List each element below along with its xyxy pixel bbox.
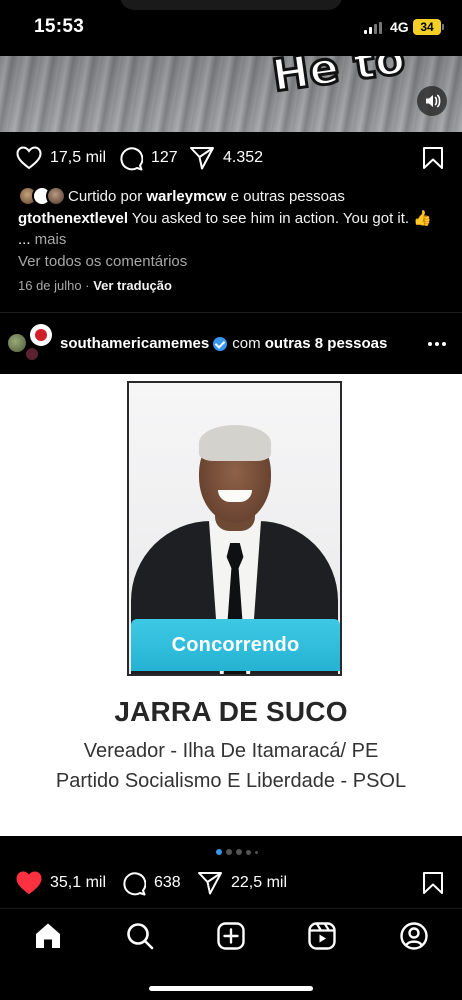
create-icon[interactable] <box>216 921 246 951</box>
home-indicator <box>149 986 313 991</box>
carousel-dot <box>226 849 232 855</box>
save-button[interactable] <box>422 140 444 176</box>
previous-post-actions: 17,5 mil 127 4.352 <box>0 140 462 176</box>
send-icon <box>198 872 222 895</box>
caption-more-link[interactable]: mais <box>31 231 67 248</box>
caption-username[interactable]: gtothenextlevel <box>18 210 128 227</box>
post-actions: 35,1 mil 638 22,5 mil <box>0 865 462 901</box>
status-badge: Concorrendo <box>131 619 340 671</box>
comment-count: 638 <box>154 874 181 891</box>
post-author-line[interactable]: southamericamemes com outras 8 pessoas <box>60 335 387 352</box>
carousel-dot <box>246 849 251 855</box>
save-button[interactable] <box>422 865 444 901</box>
liked-by-row[interactable]: Curtido por warleymcw e outras pessoas <box>18 185 448 207</box>
candidate-photo: Concorrendo <box>127 381 342 676</box>
previous-post-overlay-text: He to <box>268 56 410 104</box>
post-header: southamericamemes com outras 8 pessoas <box>0 322 462 368</box>
comment-count: 127 <box>151 149 178 166</box>
like-button[interactable]: 35,1 mil <box>16 865 106 901</box>
comment-icon <box>123 871 146 895</box>
search-icon[interactable] <box>125 921 155 951</box>
candidate-role: Vereador - Ilha De Itamaracá/ PE <box>83 740 379 762</box>
collab-others[interactable]: outras 8 pessoas <box>261 335 388 352</box>
more-options-icon[interactable] <box>428 342 446 346</box>
collab-with: com <box>232 335 261 352</box>
carousel-dot <box>236 849 242 855</box>
previous-post-media[interactable]: He to <box>0 56 462 132</box>
home-icon[interactable] <box>33 921 63 951</box>
cellular-signal-icon <box>364 22 384 34</box>
bookmark-icon <box>423 872 443 894</box>
post-media[interactable]: Concorrendo JARRA DE SUCO Vereador - Ilh… <box>0 374 462 836</box>
like-button[interactable]: 17,5 mil <box>16 140 106 176</box>
reels-icon[interactable] <box>307 921 337 951</box>
liked-by-text: Curtido por warleymcw e outras pessoas <box>68 188 345 205</box>
post-separator <box>0 312 462 313</box>
battery-tip <box>442 24 444 30</box>
share-button[interactable]: 4.352 <box>189 140 263 176</box>
liked-by-avatars <box>18 185 68 207</box>
share-count: 4.352 <box>223 149 264 166</box>
share-count: 22,5 mil <box>231 874 288 891</box>
carousel-indicator <box>216 849 258 855</box>
share-button[interactable]: 22,5 mil <box>197 865 287 901</box>
comment-icon <box>120 146 143 170</box>
like-count: 35,1 mil <box>50 874 107 891</box>
battery-icon: 34 <box>413 19 441 35</box>
avatar[interactable] <box>26 348 38 360</box>
avatar[interactable] <box>30 324 52 346</box>
comment-button[interactable]: 638 <box>121 865 181 901</box>
view-all-comments-link[interactable]: Ver todos os comentários <box>18 253 187 270</box>
carousel-dot <box>255 850 258 854</box>
post-date: 16 de julho <box>18 278 82 293</box>
liked-by-suffix: e outras pessoas <box>226 187 345 205</box>
carousel-dot-active <box>216 849 222 855</box>
liked-by-user[interactable]: warleymcw <box>146 188 226 205</box>
hair-shape <box>199 425 271 461</box>
profile-icon[interactable] <box>399 921 429 951</box>
comment-button[interactable]: 127 <box>118 140 178 176</box>
heart-icon <box>16 146 42 170</box>
verified-badge-icon <box>213 336 228 351</box>
liked-by-prefix: Curtido por <box>68 187 147 205</box>
dynamic-island <box>120 0 342 10</box>
status-bar: 15:53 4G 34 <box>0 0 462 56</box>
audio-toggle-button[interactable] <box>417 86 447 116</box>
meta-separator: · <box>81 278 94 293</box>
candidate-name: JARRA DE SUCO <box>114 696 348 727</box>
avatar[interactable] <box>8 334 26 352</box>
translate-link[interactable]: Ver tradução <box>93 278 172 293</box>
post-meta: 16 de julho · Ver tradução <box>18 278 172 293</box>
bookmark-icon <box>423 147 443 169</box>
speaker-icon <box>426 94 441 108</box>
heart-filled-icon <box>16 871 42 895</box>
network-type: 4G <box>390 19 409 35</box>
send-icon <box>190 147 214 170</box>
caption: gtothenextlevel You asked to see him in … <box>18 208 446 250</box>
avatar <box>46 186 66 206</box>
like-count: 17,5 mil <box>50 149 107 166</box>
post-username[interactable]: southamericamemes <box>60 335 209 352</box>
candidate-party: Partido Socialismo E Liberdade - PSOL <box>55 770 407 792</box>
status-time: 15:53 <box>34 16 85 37</box>
